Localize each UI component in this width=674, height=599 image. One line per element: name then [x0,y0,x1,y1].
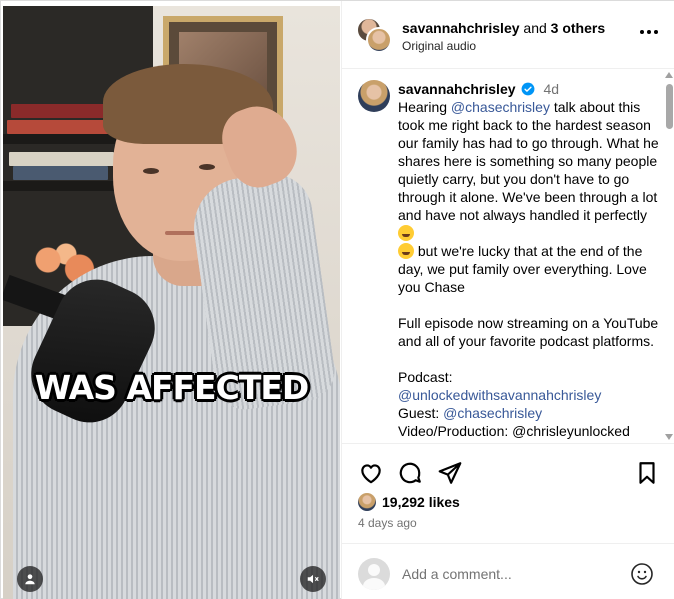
scroll-up-arrow-icon[interactable] [665,72,673,78]
share-icon[interactable] [437,460,463,486]
header-username[interactable]: savannahchrisley [402,20,520,36]
more-horizontal-icon [640,30,644,34]
instagram-post-modal: WAS AFFECTED savannahchrisley and 3 othe… [0,0,674,599]
guest-label: Guest: [398,405,444,421]
verified-badge-icon [521,82,534,96]
caption-username[interactable]: savannahchrisley [398,80,516,98]
caption-timestamp[interactable]: 4d [544,80,560,98]
original-audio-link[interactable]: Original audio [402,39,476,53]
mention-link[interactable]: @chasechrisley [443,405,542,421]
bookmark-icon[interactable] [634,460,660,486]
likes-row[interactable]: 19,292 likes [358,493,460,511]
scrollbar-thumb[interactable] [666,84,673,129]
collab-avatars[interactable] [356,17,392,53]
avatar [358,558,390,590]
comment-icon[interactable] [397,460,423,486]
post-timestamp[interactable]: 4 days ago [358,516,417,530]
action-bar: 19,292 likes 4 days ago [342,443,674,543]
mention-link[interactable]: @chasechrisley [451,99,550,115]
heart-icon[interactable] [358,460,384,486]
caption-paragraph: Full episode now streaming on a YouTube … [398,315,663,349]
tagged-people-button[interactable] [17,566,43,592]
avatar[interactable] [358,80,390,112]
rofl-emoji-icon [398,225,414,241]
post-details-panel: savannahchrisley and 3 others Original a… [341,1,674,599]
collab-usernames[interactable]: savannahchrisley and 3 others [402,20,605,36]
avatar [366,27,392,53]
comment-input[interactable] [402,564,612,584]
add-comment-bar [342,543,674,599]
likes-count[interactable]: 19,292 likes [382,494,460,510]
avatar [358,493,376,511]
mute-toggle-button[interactable] [300,566,326,592]
podcast-label: Podcast: [398,369,453,385]
video-frame [3,6,340,599]
others-link[interactable]: 3 others [551,20,605,36]
post-video[interactable]: WAS AFFECTED [3,6,340,599]
caption: savannahchrisley 4d Hearing @chasechrisl… [398,80,660,440]
caption-comments-scroll[interactable]: savannahchrisley 4d Hearing @chasechrisl… [342,70,674,442]
more-options-button[interactable] [640,25,658,39]
rofl-emoji-icon [398,243,414,259]
speaker-muted-icon [307,574,319,584]
person-tag-icon [25,574,35,585]
caption-scrollbar[interactable] [663,70,674,442]
caption-text: Hearing @chasechrisley talk about this t… [398,99,663,295]
post-header: savannahchrisley and 3 others Original a… [342,1,674,69]
scroll-down-arrow-icon[interactable] [665,434,673,440]
video-overlay-caption: WAS AFFECTED [34,368,310,407]
mention-link[interactable]: @unlockedwithsavannahchrisley [398,386,660,404]
emoji-smiley-icon[interactable] [630,562,654,586]
caption-cutoff-line: Video/Production: @chrisleyunlocked [398,423,630,439]
